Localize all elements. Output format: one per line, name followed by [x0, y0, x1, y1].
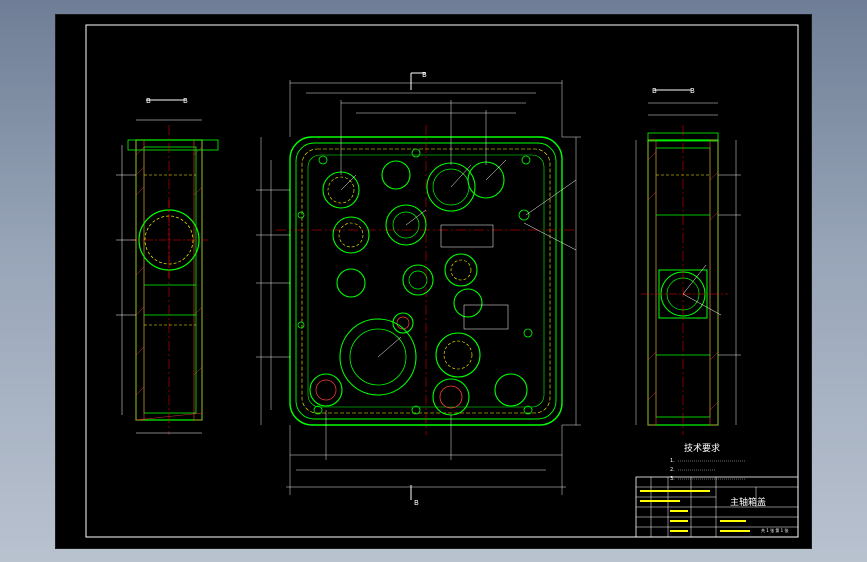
main-front-view: B B	[256, 71, 581, 507]
right-section-view: B B	[635, 87, 741, 435]
tech-req-heading: 技术要求	[684, 442, 720, 454]
outer-frame	[85, 24, 799, 538]
sheet-count: 共 1 张 第 1 张	[761, 527, 788, 533]
tech-req-item-2: 2.	[670, 467, 675, 473]
section-mark-left-b: B	[183, 97, 188, 105]
technical-requirements: 技术要求 1. 2. 3.	[670, 442, 746, 482]
cad-drawing: B B B B B B 技术要求 1. 2. 3. 主轴箱盖 共 1 张 第 1…	[85, 24, 799, 538]
section-mark-right-a: B	[652, 87, 657, 95]
cad-viewport[interactable]: B B B B B B 技术要求 1. 2. 3. 主轴箱盖 共 1 张 第 1…	[55, 14, 812, 549]
part-title: 主轴箱盖	[730, 496, 766, 508]
section-mark-bottom: B	[414, 499, 419, 507]
left-section-view: B B	[116, 97, 219, 435]
section-mark-left-a: B	[146, 97, 151, 105]
tech-req-item-1: 1.	[670, 458, 675, 464]
section-mark-top: B	[422, 71, 427, 79]
section-mark-right-b: B	[690, 87, 695, 95]
title-block: 主轴箱盖 共 1 张 第 1 张	[635, 476, 799, 538]
